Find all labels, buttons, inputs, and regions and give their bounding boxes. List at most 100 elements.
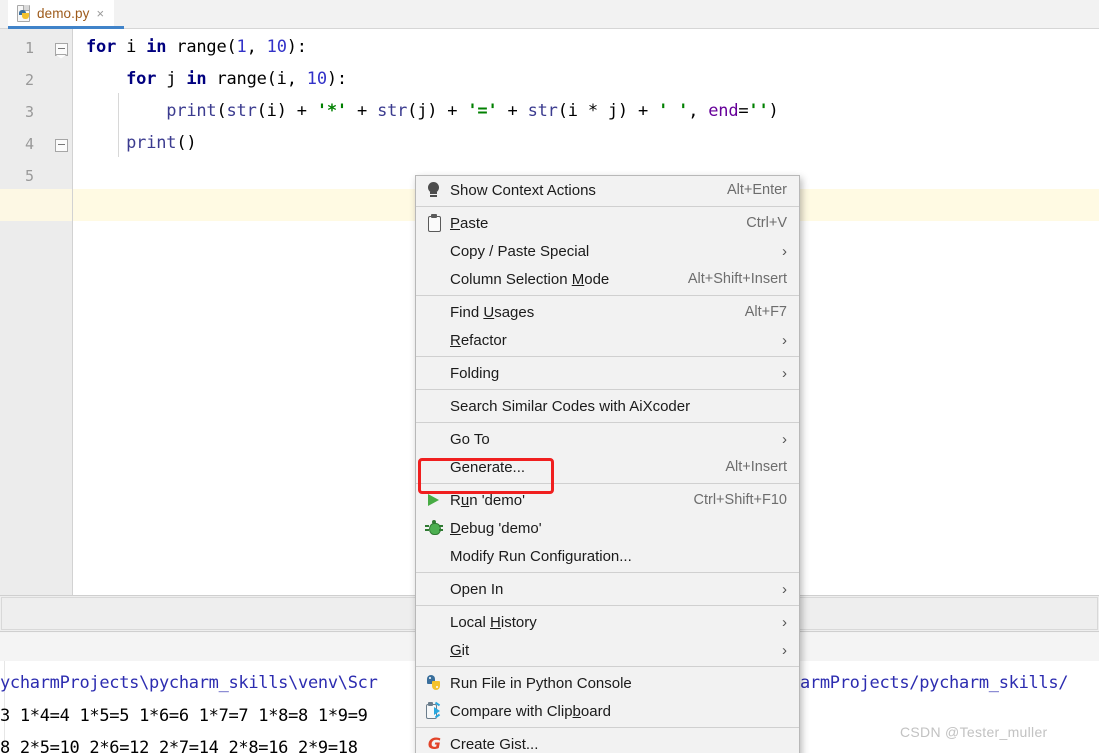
menu-item-label: Debug 'demo' — [450, 519, 542, 537]
editor-context-menu[interactable]: Show Context Actions Alt+Enter Paste Ctr… — [415, 175, 800, 753]
menu-item-open-in[interactable]: Open In › — [416, 575, 799, 603]
menu-separator — [416, 356, 799, 357]
blank-icon — [424, 430, 444, 448]
blank-icon — [424, 397, 444, 415]
code-line-3: print(str(i) + '*' + str(j) + '=' + str(… — [166, 101, 779, 121]
menu-item-local-history[interactable]: Local History › — [416, 608, 799, 636]
python-logo-icon — [424, 674, 444, 692]
blank-icon — [424, 458, 444, 476]
watermark-text: CSDN @Tester_muller — [900, 724, 1048, 740]
menu-item-accelerator: Alt+Insert — [725, 459, 787, 475]
menu-separator — [416, 605, 799, 606]
line-number: 4 — [24, 135, 34, 153]
menu-item-debug-demo[interactable]: Debug 'demo' — [416, 514, 799, 542]
menu-item-label: Folding — [450, 364, 500, 382]
python-file-icon — [16, 5, 32, 22]
menu-separator — [416, 483, 799, 484]
console-line: 3 1*4=4 1*5=5 1*6=6 1*7=7 1*8=8 1*9=9 — [0, 706, 368, 726]
code-line-2: for j in range(i, 10): — [126, 69, 347, 89]
blank-icon — [424, 641, 444, 659]
tab-label: demo.py — [37, 5, 90, 21]
menu-item-git[interactable]: Git › — [416, 636, 799, 664]
blank-icon — [424, 331, 444, 349]
clipboard-icon — [424, 214, 444, 232]
menu-item-show-context-actions[interactable]: Show Context Actions Alt+Enter — [416, 176, 799, 204]
blank-icon — [424, 364, 444, 382]
menu-item-find-usages[interactable]: Find Usages Alt+F7 — [416, 298, 799, 326]
menu-item-label: Local History — [450, 613, 537, 631]
menu-item-label: Find Usages — [450, 303, 535, 321]
menu-item-create-gist-gitlab[interactable]: G Create Gist... — [416, 730, 799, 753]
menu-item-run-demo[interactable]: Run 'demo' Ctrl+Shift+F10 — [416, 486, 799, 514]
chevron-right-icon: › — [782, 613, 787, 631]
lightbulb-icon — [424, 181, 444, 199]
menu-item-accelerator: Ctrl+V — [746, 215, 787, 231]
line-number: 3 — [24, 103, 34, 121]
blank-icon — [424, 613, 444, 631]
code-line-4: print() — [126, 133, 197, 153]
chevron-right-icon: › — [782, 430, 787, 448]
compare-clipboard-icon — [424, 701, 444, 720]
menu-item-label: Paste — [450, 214, 489, 232]
menu-item-refactor[interactable]: Refactor › — [416, 326, 799, 354]
gutter-current-line — [0, 189, 72, 221]
menu-separator — [416, 572, 799, 573]
chevron-right-icon: › — [782, 331, 787, 349]
menu-item-generate[interactable]: Generate... Alt+Insert — [416, 453, 799, 481]
menu-item-label: Go To — [450, 430, 490, 448]
editor-gutter[interactable]: 1 2 3 4 5 — [0, 29, 73, 595]
menu-item-label: Run 'demo' — [450, 491, 525, 509]
menu-item-label: Show Context Actions — [450, 181, 596, 199]
menu-separator — [416, 295, 799, 296]
menu-item-accelerator: Alt+Shift+Insert — [687, 271, 787, 287]
chevron-right-icon: › — [782, 364, 787, 382]
menu-item-folding[interactable]: Folding › — [416, 359, 799, 387]
console-line: armProjects/pycharm_skills/ — [800, 673, 1069, 693]
menu-separator — [416, 422, 799, 423]
menu-item-label: Copy / Paste Special — [450, 242, 590, 260]
menu-item-paste[interactable]: Paste Ctrl+V — [416, 209, 799, 237]
menu-item-label: Column Selection Mode — [450, 270, 610, 288]
menu-item-compare-with-clipboard[interactable]: Compare with Clipboard — [416, 697, 799, 725]
menu-item-label: Git — [450, 641, 470, 659]
editor-tab-bar: demo.py × — [0, 0, 1099, 29]
pycharm-window: demo.py × 1 2 3 4 5 for i in range(1, 10… — [0, 0, 1099, 753]
run-play-icon — [424, 491, 444, 509]
menu-item-modify-run-configuration[interactable]: Modify Run Configuration... — [416, 542, 799, 570]
menu-item-column-selection-mode[interactable]: Column Selection Mode Alt+Shift+Insert — [416, 265, 799, 293]
chevron-right-icon: › — [782, 580, 787, 598]
close-icon[interactable]: × — [96, 7, 104, 20]
menu-item-run-file-in-python-console[interactable]: Run File in Python Console — [416, 669, 799, 697]
tab-demo-py[interactable]: demo.py × — [8, 0, 115, 26]
menu-item-label: Run File in Python Console — [450, 674, 632, 692]
menu-item-label: Generate... — [450, 458, 526, 476]
line-number: 1 — [24, 39, 34, 57]
menu-item-label: Modify Run Configuration... — [450, 547, 632, 565]
chevron-right-icon: › — [782, 242, 787, 260]
menu-separator — [416, 666, 799, 667]
menu-item-accelerator: Alt+F7 — [744, 304, 787, 320]
menu-item-accelerator: Alt+Enter — [726, 182, 787, 198]
fold-toggle-icon[interactable] — [55, 139, 68, 152]
gitlab-icon: G — [427, 734, 442, 753]
console-line: ycharmProjects\pycharm_skills\venv\Scr — [0, 673, 378, 693]
code-line-1: for i in range(1, 10): — [86, 37, 307, 57]
menu-separator — [416, 389, 799, 390]
line-number: 5 — [24, 167, 34, 185]
menu-separator — [416, 206, 799, 207]
menu-item-label: Refactor — [450, 331, 507, 349]
menu-item-go-to[interactable]: Go To › — [416, 425, 799, 453]
chevron-right-icon: › — [782, 641, 787, 659]
fold-toggle-icon[interactable] — [55, 43, 68, 59]
menu-item-label: Search Similar Codes with AiXcoder — [450, 397, 691, 415]
menu-item-copy-paste-special[interactable]: Copy / Paste Special › — [416, 237, 799, 265]
blank-icon — [424, 270, 444, 288]
blank-icon — [424, 547, 444, 565]
menu-item-label: Create Gist... — [450, 735, 539, 753]
debug-bug-icon — [424, 519, 444, 537]
blank-icon — [424, 242, 444, 260]
menu-separator — [416, 727, 799, 728]
menu-item-label: Open In — [450, 580, 504, 598]
line-number: 2 — [24, 71, 34, 89]
menu-item-search-similar-codes[interactable]: Search Similar Codes with AiXcoder — [416, 392, 799, 420]
